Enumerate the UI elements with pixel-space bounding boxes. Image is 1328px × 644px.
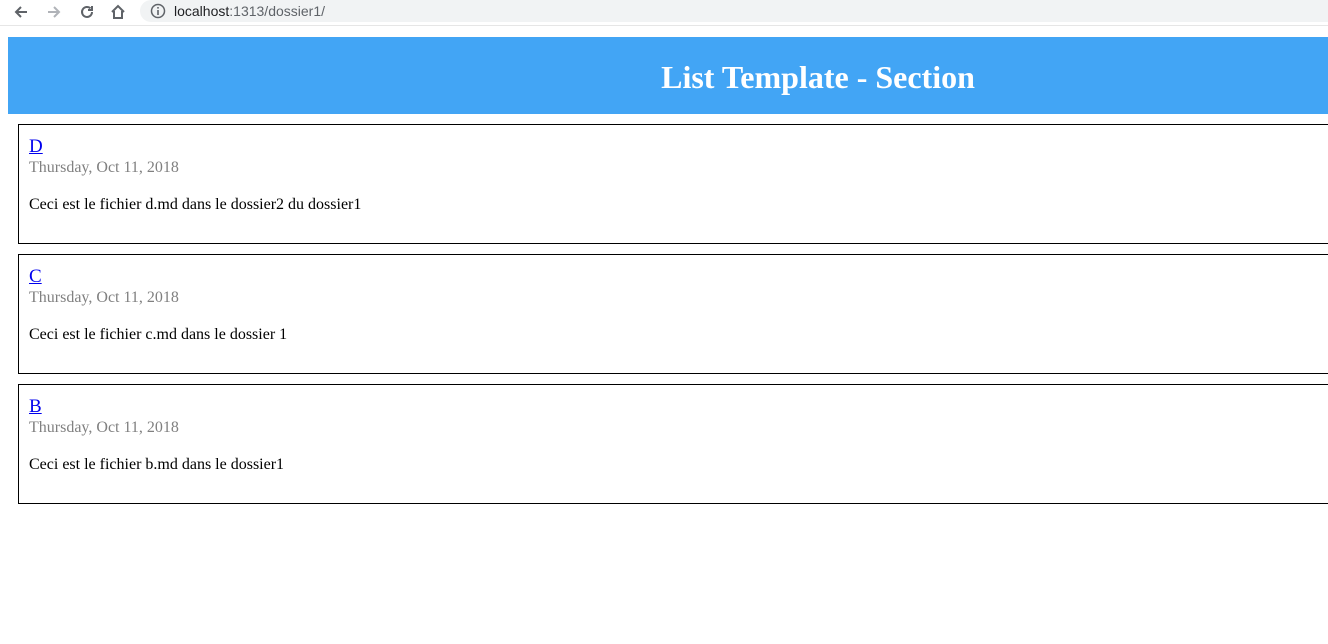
- post-date: Thursday, Oct 11, 2018: [29, 289, 179, 306]
- post-title-link[interactable]: D: [29, 136, 43, 158]
- post-card: B Thursday, Oct 11, 2018 Ceci est le fic…: [18, 384, 1328, 504]
- reload-icon[interactable]: [76, 1, 98, 23]
- post-summary: Ceci est le fichier c.md dans le dossier…: [29, 326, 288, 343]
- post-card: C Thursday, Oct 11, 2018 Ceci est le fic…: [18, 254, 1328, 374]
- address-bar[interactable]: localhost:1313/dossier1/: [140, 0, 1328, 22]
- site-header: List Template - Section: [8, 37, 1328, 114]
- info-icon[interactable]: [150, 3, 166, 19]
- url-path: :1313/dossier1/: [229, 3, 325, 19]
- post-date: Thursday, Oct 11, 2018: [29, 419, 179, 436]
- home-icon[interactable]: [107, 1, 129, 23]
- page-title: List Template - Section: [661, 59, 975, 95]
- post-date: Thursday, Oct 11, 2018: [29, 159, 179, 176]
- forward-arrow-icon[interactable]: [43, 1, 65, 23]
- browser-toolbar: localhost:1313/dossier1/: [0, 0, 1328, 26]
- post-card: D Thursday, Oct 11, 2018 Ceci est le fic…: [18, 124, 1328, 244]
- post-title-link[interactable]: B: [29, 396, 42, 418]
- post-summary: Ceci est le fichier d.md dans le dossier…: [29, 196, 362, 213]
- url-host: localhost: [174, 3, 230, 19]
- url-text[interactable]: localhost:1313/dossier1/: [174, 2, 325, 20]
- post-title-link[interactable]: C: [29, 266, 42, 288]
- post-summary: Ceci est le fichier b.md dans le dossier…: [29, 456, 285, 473]
- back-arrow-icon[interactable]: [10, 1, 32, 23]
